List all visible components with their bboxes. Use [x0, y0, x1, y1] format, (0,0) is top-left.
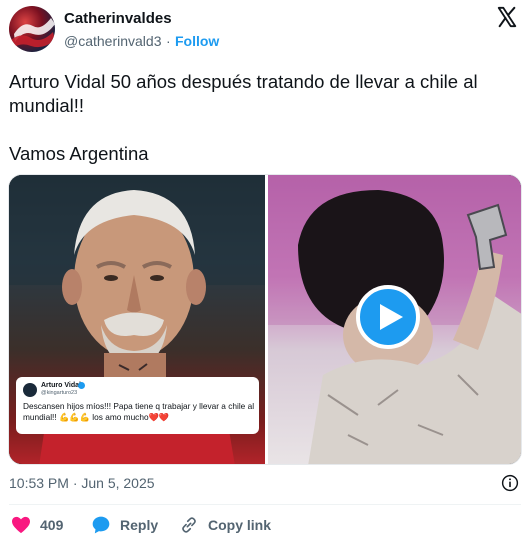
tweet-text: Arturo Vidal 50 años después tratando de…: [9, 70, 519, 166]
embedded-post-text-end: los amo mucho: [92, 412, 149, 422]
embedded-post-handle: @kingarturo23: [41, 390, 78, 396]
author-name[interactable]: Catherinvaldes: [64, 10, 172, 27]
author-handle[interactable]: @catherinvald3: [64, 33, 162, 49]
link-icon: [182, 517, 196, 533]
info-icon[interactable]: [501, 474, 519, 492]
tweet-line-2: Vamos Argentina: [9, 143, 149, 164]
tweet-line-1: Arturo Vidal 50 años después tratando de…: [9, 71, 478, 116]
like-count: 409: [40, 517, 64, 533]
copy-link-button[interactable]: Copy link: [179, 515, 271, 535]
copy-link-label: Copy link: [208, 517, 272, 533]
play-icon: [380, 304, 403, 330]
embedded-post-emoji: 💪💪💪: [58, 412, 90, 422]
speech-bubble-icon: [92, 516, 110, 534]
verified-badge-icon: [78, 382, 85, 389]
divider: [9, 504, 521, 505]
like-button[interactable]: 409: [11, 515, 63, 535]
handle-separator: ·: [166, 33, 171, 49]
heart-icon: [12, 516, 30, 534]
embedded-post-text: Descansen hijos míos!!! Papa tiene q tra…: [23, 401, 255, 423]
embedded-post-avatar: [23, 383, 37, 397]
post-timestamp[interactable]: 10:53 PM · Jun 5, 2025: [9, 475, 155, 491]
embedded-post-card: Arturo Vidal @kingarturo23 Descansen hij…: [16, 377, 259, 434]
avatar[interactable]: [9, 6, 55, 52]
embedded-post-hearts: ❤️❤️: [148, 412, 170, 422]
tweet-header: Catherinvaldes @catherinvald3 · Follow: [0, 0, 525, 60]
action-bar: 409 Reply Copy link: [0, 510, 525, 540]
follow-button[interactable]: Follow: [175, 33, 219, 49]
video-media[interactable]: Arturo Vidal @kingarturo23 Descansen hij…: [8, 174, 522, 465]
reply-button[interactable]: Reply: [91, 515, 158, 535]
media-left-image: Arturo Vidal @kingarturo23 Descansen hij…: [9, 175, 265, 464]
play-button[interactable]: [356, 285, 420, 349]
reply-label: Reply: [120, 517, 159, 533]
embedded-post-name: Arturo Vidal: [41, 382, 81, 389]
x-logo-icon[interactable]: [496, 6, 518, 28]
